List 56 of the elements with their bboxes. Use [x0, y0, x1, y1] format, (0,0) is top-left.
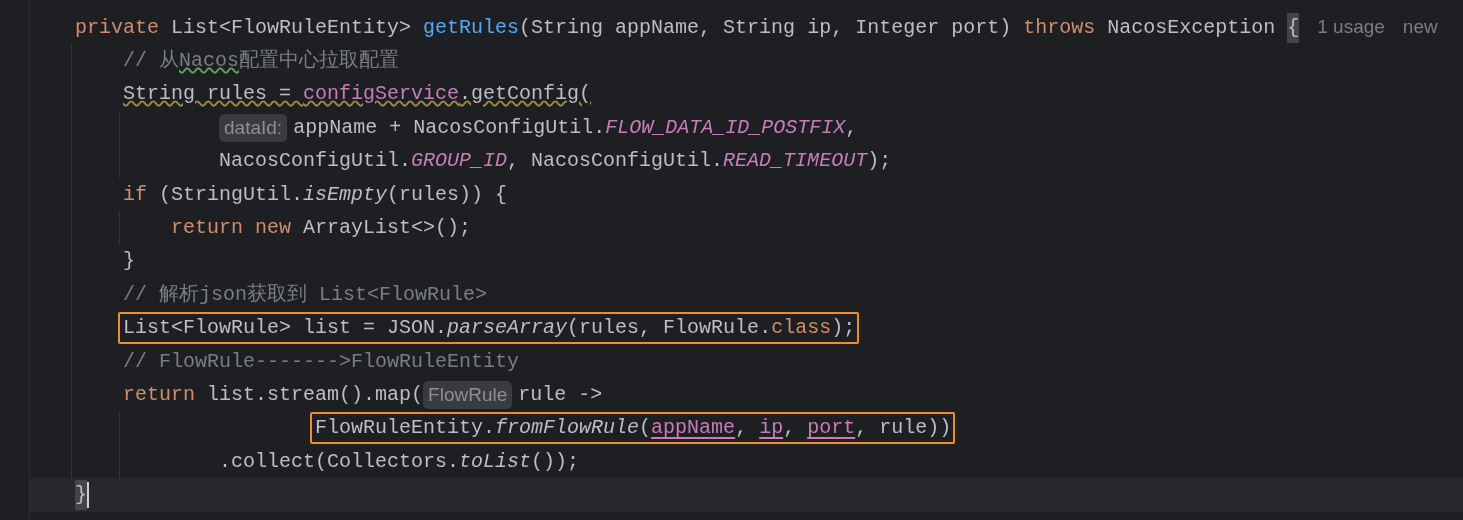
inlay-hint: dataId:	[219, 113, 288, 142]
code-text: FlowRuleEntity.	[315, 415, 496, 442]
matched-brace: {	[1287, 12, 1300, 43]
method-call: parseArray	[447, 315, 568, 342]
constant-name: GROUP_ID	[411, 148, 508, 175]
keyword: return new	[171, 215, 292, 242]
method-call: fromFlowRule	[495, 415, 640, 442]
matched-brace: }	[75, 480, 87, 511]
code-text: ,	[845, 114, 858, 141]
constant-name: READ_TIMEOUT	[723, 148, 868, 175]
parameter-reference: ip	[759, 415, 784, 442]
code-text: (rules, FlowRule.	[567, 315, 772, 342]
code-text: List<FlowRule> list = JSON.	[123, 315, 448, 342]
comment: // 解析json获取到 List<FlowRule>	[123, 281, 488, 308]
keyword: return	[123, 382, 195, 408]
code-text: String rules =	[123, 81, 293, 108]
method-call: isEmpty	[303, 181, 388, 208]
method-call: toList	[459, 448, 532, 475]
code-text: (String appName, String ip, Integer port)	[519, 14, 1013, 41]
comment: // 从	[123, 48, 179, 75]
keyword: private	[75, 14, 159, 41]
code-text: NacosConfigUtil.	[219, 148, 412, 175]
code-text: ,	[783, 415, 797, 442]
code-text: (StringUtil.	[158, 181, 304, 208]
code-text: rule ->	[518, 382, 603, 408]
code-text: );	[831, 315, 856, 342]
code-text: ());	[531, 448, 580, 475]
code-text: (rules)) {	[387, 181, 508, 208]
field-name: configService	[303, 81, 460, 108]
code-text: appName + NacosConfigUtil.	[293, 114, 606, 141]
keyword: if	[123, 181, 147, 208]
usage-hint: new	[1402, 15, 1438, 40]
method-name: getRules	[423, 14, 520, 41]
code-text: .collect(Collectors.	[219, 448, 460, 475]
usage-hint: 1 usage	[1317, 15, 1385, 40]
constant-name: FLOW_DATA_ID_POSTFIX	[605, 114, 846, 141]
code-text: ,	[735, 415, 749, 442]
inlay-hint: FlowRule	[423, 381, 513, 409]
code-text: List<FlowRuleEntity>	[170, 14, 413, 41]
code-text: .getConfig(	[459, 81, 592, 108]
code-text: , NacosConfigUtil.	[507, 148, 724, 175]
code-text: );	[867, 148, 892, 175]
parameter-reference: appName	[651, 415, 736, 442]
keyword: class	[771, 315, 832, 342]
text-caret	[87, 482, 89, 509]
comment: 配置中心拉取配置	[239, 48, 400, 75]
comment: // FlowRule------->FlowRuleEntity	[123, 348, 520, 375]
code-text: , rule))	[855, 415, 952, 442]
code-text: list.stream().map(	[206, 382, 424, 408]
code-text: ArrayList<>();	[302, 215, 472, 242]
keyword: throws	[1023, 14, 1096, 41]
parameter-reference: port	[807, 415, 856, 442]
code-text: (	[639, 415, 652, 442]
comment: Nacos	[179, 48, 240, 75]
code-text: NacosException	[1106, 14, 1277, 41]
code-text: }	[123, 248, 135, 275]
